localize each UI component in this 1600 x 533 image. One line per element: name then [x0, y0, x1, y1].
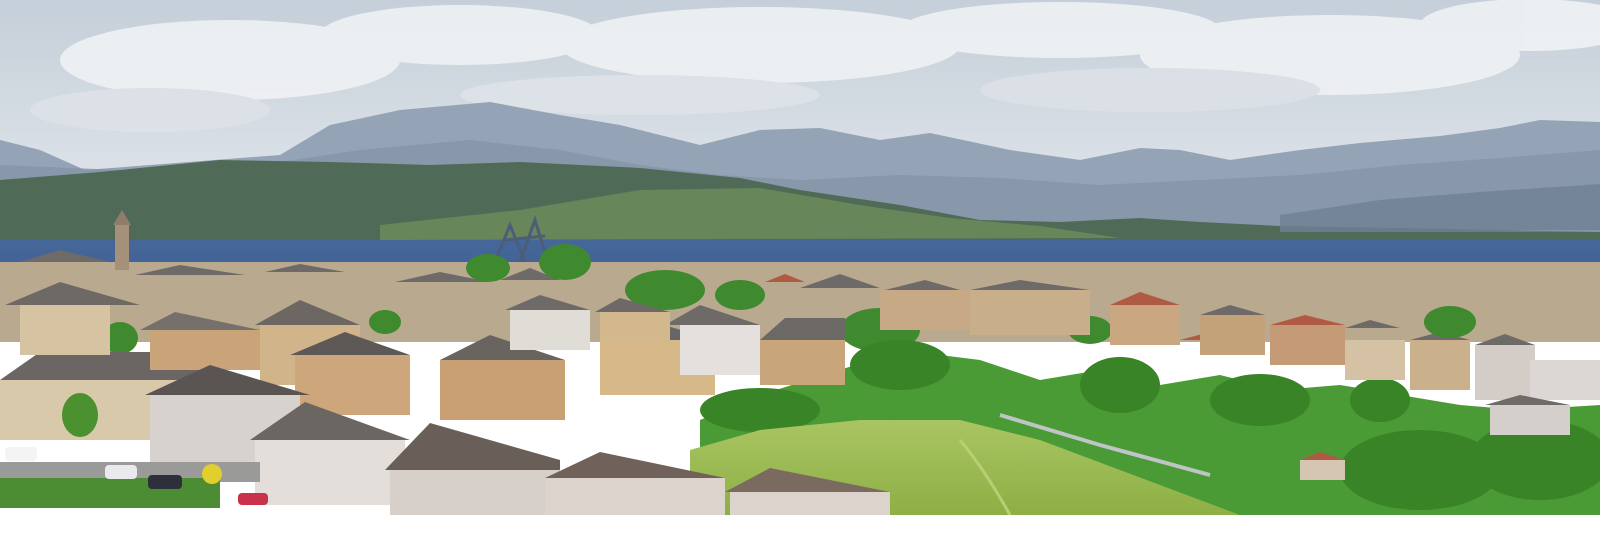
tree-left: [62, 393, 98, 437]
landscape-illustration: [0, 0, 1600, 515]
landscape-photo: [0, 0, 1600, 515]
hedge: [0, 478, 220, 508]
yellow-bush: [202, 464, 222, 484]
